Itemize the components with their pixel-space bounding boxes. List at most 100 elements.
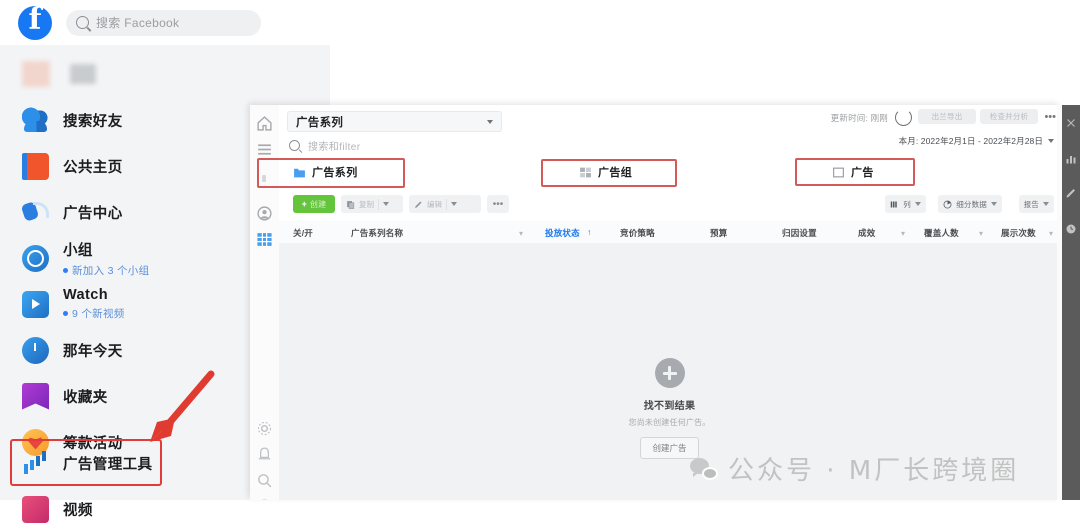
refresh-icon[interactable] [895,109,912,126]
ellipsis-icon[interactable]: ••• [1044,112,1056,123]
breakdown-label: 细分数据 [956,199,987,209]
campaign-folder-icon [294,168,305,177]
page-flag-icon [22,152,49,180]
chart-icon[interactable] [1065,153,1077,165]
sidebar-item-label: 广告中心 [63,205,123,222]
table-header-row: 关/开 广告系列名称 ▾ 投放状态 ↑ 竞价策略 预算 归因设置 成效 ▾ 覆盖… [279,221,1060,244]
facebook-topbar: 搜索 Facebook [0,0,330,45]
export-button[interactable]: 出兰导出 [918,109,976,124]
ads-manager-panel: ? 广告系列 搜索和filter 更新时间: 刚刚 出兰导出 检查并分析 •••… [250,105,1060,500]
sidebar-item-memories[interactable]: 那年今天 [14,327,264,373]
chevron-down-icon[interactable] [451,202,457,206]
sidebar-item-label: Watch [63,287,108,303]
close-icon[interactable] [1065,117,1077,129]
sidebar-item-video[interactable]: 视频 [14,486,264,532]
col-delivery-status-help[interactable]: ↑ [587,227,591,237]
breakdown-button[interactable]: 细分数据 [938,195,1002,213]
sidebar-item-label: 视频 [63,502,93,519]
audience-face-icon[interactable] [256,205,273,222]
create-button-label: 创建 [309,199,327,209]
empty-state-title: 找不到结果 [643,401,696,412]
sort-icon[interactable]: ▾ [901,229,905,238]
menu-icon[interactable] [256,141,273,158]
sidebar-item-find-friends[interactable]: 搜索好友 [14,97,264,143]
sidebar-item-watch[interactable]: Watch 9 个新视频 [14,281,264,327]
duplicate-button-group[interactable]: 复制 [341,195,403,213]
new-dot-icon [63,311,68,316]
duplicate-label: 复制 [359,199,374,209]
name-blurred [70,64,96,84]
panel-header: 广告系列 搜索和filter 更新时间: 刚刚 出兰导出 检查并分析 ••• 本… [279,105,1060,154]
ad-icon [833,167,844,177]
table-grid-icon[interactable] [256,231,273,248]
ads-manager-bars-icon [22,450,49,477]
tab-adsets[interactable]: 广告组 [579,162,632,182]
tab-ads[interactable]: 广告 [832,162,874,182]
chevron-down-icon [487,119,493,124]
new-dot-icon [63,267,68,273]
home-icon[interactable] [256,115,273,132]
sidebar-item-ads-manager[interactable]: 广告管理工具 [14,440,264,486]
sort-icon[interactable]: ▾ [1049,229,1053,238]
sublabel-text: 新加入 3 个小组 [72,264,150,277]
gear-icon[interactable] [256,420,273,437]
tab-campaigns[interactable]: 广告系列 [293,162,358,182]
analyze-button[interactable]: 检查并分析 [980,109,1038,124]
columns-button[interactable]: 列 [885,195,926,213]
plus-icon: + [301,199,307,209]
divider [378,198,379,210]
chevron-down-icon[interactable] [383,202,389,206]
wechat-icon [690,457,718,480]
facebook-search-placeholder: 搜索 Facebook [96,16,180,30]
bell-icon[interactable] [256,446,273,463]
group-icon [22,244,49,272]
date-range-label: 本月: 2022年2月1日 - 2022年2月28日 [898,136,1043,146]
sidebar-item-saved[interactable]: 收藏夹 [14,373,264,419]
col-attribution[interactable]: 归因设置 [782,227,817,239]
clock-icon[interactable] [1065,223,1077,235]
col-budget[interactable]: 预算 [710,227,727,239]
sort-icon[interactable]: ▾ [519,229,523,238]
account-select[interactable]: 广告系列 [287,111,502,132]
sidebar-item-ad-center[interactable]: 广告中心 [14,189,264,235]
panel-search-placeholder: 搜索和filter [308,142,361,153]
col-bid-strategy[interactable]: 竞价策略 [620,227,655,239]
col-onoff[interactable]: 关/开 [293,227,313,239]
sort-icon[interactable]: ▾ [979,229,983,238]
sidebar-item-groups[interactable]: 小组 新加入 3 个小组 [14,235,264,281]
panel-search-input[interactable]: 搜索和filter [289,138,361,153]
chevron-down-icon [1048,139,1054,143]
col-results[interactable]: 成效 [858,227,875,239]
chevron-down-icon[interactable] [1043,202,1049,206]
empty-state-subtitle: 您尚未创建任何广告。 [628,418,711,427]
watch-video-icon [22,290,49,318]
sidebar-item-pages[interactable]: 公共主页 [14,143,264,189]
col-reach[interactable]: 覆盖人数 [924,227,959,239]
col-impressions[interactable]: 展示次数 [1001,227,1036,239]
sidebar-item-label: 收藏夹 [63,389,108,406]
edit-button-group[interactable]: 编辑 [409,195,481,213]
account-select-value: 广告系列 [296,116,344,129]
search-icon[interactable] [256,472,273,489]
date-range-picker[interactable]: 本月: 2022年2月1日 - 2022年2月28日 [899,135,1054,147]
reports-button[interactable]: 报告 [1018,195,1054,213]
more-actions-button[interactable]: ••• [487,195,509,213]
col-campaign-name[interactable]: 广告系列名称 [351,227,403,239]
pencil-icon[interactable] [1065,187,1077,199]
duplicate-icon [347,200,355,209]
sidebar-item-label: 那年今天 [63,343,123,360]
avatar-blurred [22,61,50,87]
divider [446,198,447,210]
sidebar-item-label: 公共主页 [63,159,123,176]
sublabel-text: 9 个新视频 [72,308,125,320]
facebook-search-input[interactable]: 搜索 Facebook [66,9,261,36]
facebook-logo-icon[interactable] [18,2,52,40]
create-button[interactable]: + 创建 [293,195,335,213]
analyze-button-label: 检查并分析 [989,112,1029,121]
breakdown-pie-icon [943,200,952,208]
tab-label: 广告系列 [312,167,358,179]
ads-manager-left-rail: ? [250,105,280,500]
chevron-down-icon[interactable] [991,202,997,206]
chevron-down-icon[interactable] [915,202,921,206]
col-delivery-status[interactable]: 投放状态 [545,227,580,239]
